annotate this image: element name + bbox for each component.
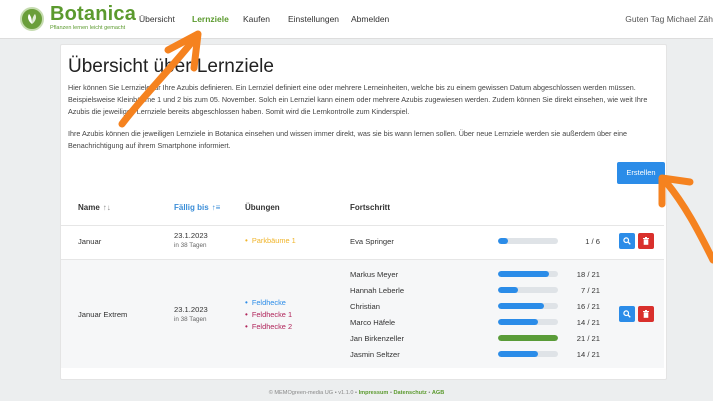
footer-link-impressum[interactable]: Impressum — [359, 390, 389, 396]
nav-item-kaufen[interactable]: Kaufen — [243, 14, 270, 24]
exercise-item[interactable]: • Feldhecke 1 — [245, 310, 292, 319]
delete-button[interactable] — [638, 233, 654, 249]
progress-fill — [498, 335, 558, 341]
top-navbar: Botanica Pflanzen lernen leicht gemacht … — [0, 0, 713, 39]
progress-bar — [498, 335, 558, 341]
column-header-name-label: Name — [78, 203, 100, 212]
progress-fill — [498, 319, 538, 325]
footer: © MEMOgreen-media UG • v1.1.0 • Impressu… — [0, 390, 713, 396]
student-name: Jasmin Seltzer — [350, 350, 400, 359]
exercise-label: Feldhecke 1 — [251, 310, 293, 319]
bullet-icon: • — [245, 310, 248, 319]
search-icon — [623, 310, 631, 318]
user-greeting[interactable]: Guten Tag Michael Zäh — [625, 14, 713, 24]
column-header-exercises: Übungen — [245, 203, 280, 212]
intro-paragraph: Hier können Sie Lernziele für Ihre Azubi… — [68, 83, 648, 117]
due-date: 23.1.2023 — [174, 305, 208, 314]
goal-name: Januar — [78, 237, 102, 246]
botanica-logo-icon[interactable] — [20, 7, 44, 31]
search-button[interactable] — [619, 233, 635, 249]
column-header-name[interactable]: Name ↑↓ — [78, 203, 111, 212]
progress-fill — [498, 303, 544, 309]
exercise-item[interactable]: • Parkbäume 1 — [245, 236, 296, 245]
progress-fill — [498, 287, 518, 293]
column-header-due[interactable]: Fällig bis ↑≡ — [174, 203, 220, 212]
search-icon — [623, 237, 631, 245]
trash-icon — [643, 237, 649, 245]
exercise-label: Parkbäume 1 — [251, 236, 296, 245]
bullet-icon: • — [245, 298, 248, 307]
nav-item-uebersicht[interactable]: Übersicht — [139, 14, 175, 24]
footer-copyright: © MEMOgreen-media UG — [268, 390, 334, 396]
progress-count: 18 / 21 — [576, 270, 600, 279]
page-title: Übersicht über Lernziele — [68, 56, 274, 77]
delete-button[interactable] — [638, 306, 654, 322]
trash-icon — [643, 310, 649, 318]
exercise-label: Feldhecke — [251, 298, 286, 307]
due-date: 23.1.2023 — [174, 231, 208, 240]
footer-link-agb[interactable]: AGB — [432, 390, 444, 396]
search-button[interactable] — [619, 306, 635, 322]
progress-fill — [498, 271, 550, 277]
progress-bar — [498, 303, 558, 309]
column-header-due-label: Fällig bis — [174, 203, 209, 212]
bullet-icon: • — [245, 236, 248, 245]
footer-link-datenschutz[interactable]: Datenschutz — [394, 390, 427, 396]
progress-count: 16 / 21 — [576, 302, 600, 311]
due-remaining: in 38 Tagen — [174, 242, 207, 249]
student-name: Christian — [350, 302, 380, 311]
nav-item-einstellungen[interactable]: Einstellungen — [288, 14, 339, 24]
progress-bar — [498, 319, 558, 325]
brand-tagline: Pflanzen lernen leicht gemacht — [50, 25, 126, 31]
student-name: Markus Meyer — [350, 270, 399, 279]
goal-name: Januar Extrem — [78, 310, 128, 319]
student-name: Hannah Leberle — [350, 286, 405, 295]
progress-bar — [498, 287, 558, 293]
sort-ascending-icon[interactable]: ↑≡ — [212, 203, 221, 212]
student-name: Eva Springer — [350, 237, 394, 246]
nav-item-abmelden[interactable]: Abmelden — [351, 14, 389, 24]
student-name: Marco Häfele — [350, 318, 396, 327]
progress-bar — [498, 238, 558, 244]
info-paragraph: Ihre Azubis können die jeweiligen Lernzi… — [68, 129, 627, 151]
bullet-icon: • — [245, 322, 248, 331]
sort-icon[interactable]: ↑↓ — [103, 203, 111, 212]
due-remaining: in 38 Tagen — [174, 316, 207, 323]
exercise-item[interactable]: • Feldhecke 2 — [245, 322, 292, 331]
progress-bar — [498, 271, 558, 277]
brand-name[interactable]: Botanica — [50, 3, 136, 26]
progress-count: 14 / 21 — [576, 318, 600, 327]
progress-fill — [498, 238, 508, 244]
exercise-label: Feldhecke 2 — [251, 322, 293, 331]
progress-bar — [498, 351, 558, 357]
progress-fill — [498, 351, 538, 357]
progress-count: 1 / 6 — [585, 237, 600, 246]
student-name: Jan Birkenzeller — [350, 334, 405, 343]
progress-count: 7 / 21 — [581, 286, 600, 295]
create-button[interactable]: Erstellen — [617, 162, 665, 184]
progress-count: 21 / 21 — [576, 334, 600, 343]
progress-count: 14 / 21 — [576, 350, 600, 359]
footer-version: v1.1.0 — [338, 390, 354, 396]
exercise-item[interactable]: • Feldhecke — [245, 298, 286, 307]
nav-item-lernziele[interactable]: Lernziele — [192, 14, 229, 24]
column-header-progress: Fortschritt — [350, 203, 390, 212]
